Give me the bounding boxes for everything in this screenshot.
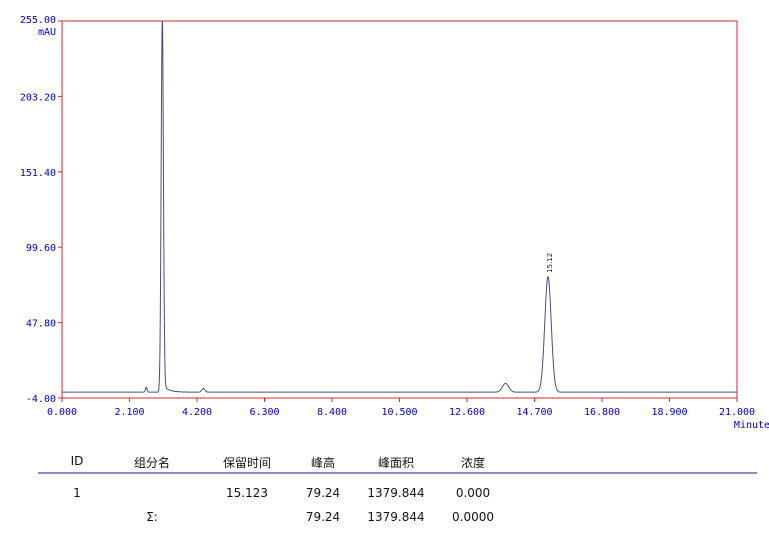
x-axis-unit: Minutes xyxy=(734,420,769,431)
x-tick-label: 0.000 xyxy=(47,407,77,418)
x-tick-label: 14.700 xyxy=(516,407,552,418)
header-retention-time: 保留时间 xyxy=(222,456,272,470)
peak-table: ID 组分名 保留时间 峰高 峰面积 浓度 1 15.123 79.24 137… xyxy=(0,450,769,540)
x-tick-label: 8.400 xyxy=(317,407,347,418)
x-tick-label: 2.100 xyxy=(114,407,144,418)
row-1-peak-height: 79.24 xyxy=(305,486,341,500)
y-tick-label: 203.20 xyxy=(20,92,56,103)
row-1-retention-time: 15.123 xyxy=(226,486,268,500)
header-concentration: 浓度 xyxy=(460,456,486,470)
chromatogram-trace xyxy=(62,20,737,393)
chromatogram-chart: -4.00 47.80 99.60 151.40 203.20 255.00 0.000 2… xyxy=(20,15,769,431)
row-1-concentration: 0.000 xyxy=(455,486,491,500)
x-tick-label: 16.800 xyxy=(584,407,620,418)
sum-label: Σ: xyxy=(146,510,158,524)
x-tick-label: 21.000 xyxy=(719,407,755,418)
x-tick-label: 12.600 xyxy=(449,407,485,418)
header-id: ID xyxy=(70,454,84,468)
row-1-id: 1 xyxy=(73,486,81,500)
x-tick-label: 10.500 xyxy=(381,407,417,418)
header-peak-height: 峰高 xyxy=(310,456,336,470)
sum-peak-height: 79.24 xyxy=(305,510,341,524)
x-tick-label: 18.900 xyxy=(651,407,687,418)
y-axis-unit: mAU xyxy=(38,27,56,38)
y-tick-label: 47.80 xyxy=(26,319,56,330)
table-header-rule xyxy=(38,472,757,474)
y-tick-label: -4.00 xyxy=(26,394,56,405)
y-tick-label: 99.60 xyxy=(26,243,56,254)
header-peak-area: 峰面积 xyxy=(377,456,415,470)
peak-label: 15.12 xyxy=(546,253,554,273)
sum-concentration: 0.0000 xyxy=(452,510,494,524)
y-tick-label: 151.40 xyxy=(20,168,56,179)
x-tick-label: 6.300 xyxy=(249,407,279,418)
y-tick-label: 255.00 xyxy=(20,15,56,26)
sum-peak-area: 1379.844 xyxy=(367,510,425,524)
x-tick-label: 4.200 xyxy=(182,407,212,418)
row-1-peak-area: 1379.844 xyxy=(367,486,425,500)
header-component-name: 组分名 xyxy=(133,456,171,470)
